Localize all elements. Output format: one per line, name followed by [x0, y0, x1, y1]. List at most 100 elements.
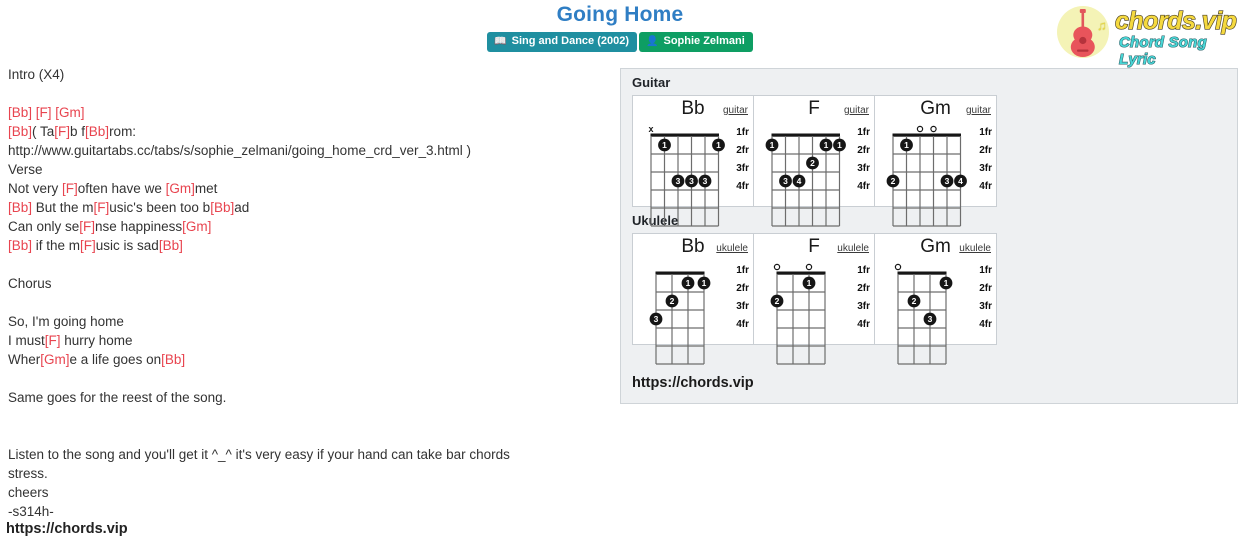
fretboard: 1 2 3 4	[886, 125, 967, 227]
music-note-icon: ♫	[1097, 18, 1107, 33]
fret-label: 2fr	[857, 283, 870, 294]
chord-diagram-ukulele-bb[interactable]: Bb ukulele 1 1 2 3 1fr 2fr 3fr 4fr	[633, 234, 754, 365]
svg-text:2: 2	[810, 158, 815, 168]
fret-label: 1fr	[857, 127, 870, 138]
fret-label: 4fr	[736, 319, 749, 330]
fret-label-column: 1fr 2fr 3fr 4fr	[857, 124, 870, 196]
svg-text:1: 1	[904, 140, 909, 150]
finger-dot: 3	[698, 174, 712, 188]
user-icon: 👤	[646, 36, 659, 47]
svg-text:1: 1	[824, 140, 829, 150]
chord-token: [F]	[54, 124, 71, 139]
fret-label: 4fr	[979, 181, 992, 192]
lyric-line: Not very [F]often have we [Gm]met	[8, 179, 608, 198]
finger-dot: 1	[819, 138, 833, 152]
chord-diagram-ukulele-f[interactable]: Fukulele 1 2 1fr 2fr 3fr 4fr	[754, 234, 875, 365]
chord-token: [Bb]	[8, 124, 33, 139]
chord-token: [F]	[44, 333, 61, 348]
chord-token: [Bb]	[161, 352, 186, 367]
svg-text:3: 3	[689, 176, 694, 186]
lyric-line: Intro (X4)	[8, 65, 608, 84]
artist-badge[interactable]: 👤 Sophie Zelmani	[639, 32, 753, 52]
finger-dot: 3	[779, 174, 792, 188]
svg-text:2: 2	[912, 296, 917, 306]
fret-label: 1fr	[979, 127, 992, 138]
finger-dot: 4	[792, 174, 806, 188]
chord-diagram-ukulele-gm[interactable]: Gm ukulele 1 2 3 1fr 2fr 3fr 4fr	[875, 234, 996, 365]
instrument-link[interactable]: ukulele	[837, 243, 869, 254]
svg-text:2: 2	[775, 296, 780, 306]
svg-text:1: 1	[702, 278, 707, 288]
chord-token: [Bb]	[8, 238, 33, 253]
finger-dot: 3	[671, 174, 685, 188]
finger-dot: 3	[923, 312, 937, 326]
lyric-line: Can only se[F]nse happiness[Gm]	[8, 217, 608, 236]
lyric-line: Verse	[8, 160, 608, 179]
lyric-blank-line	[8, 426, 608, 445]
chord-diagram-guitar-bb[interactable]: Bb guitar x 1 1 3 3 3 1fr 2fr 3fr 4fr	[633, 96, 754, 227]
instrument-link[interactable]: guitar	[723, 105, 748, 116]
chord-token: [F]	[62, 181, 78, 196]
open-string-marker	[930, 125, 937, 133]
fret-label: 4fr	[857, 181, 870, 192]
chord-token: [Bb]	[85, 124, 110, 139]
instrument-link[interactable]: ukulele	[959, 243, 991, 254]
instrument-link[interactable]: guitar	[844, 105, 869, 116]
lyric-line: Chorus	[8, 274, 608, 293]
fret-label: 2fr	[979, 145, 992, 156]
lyric-line: Same goes for the reest of the song.	[8, 388, 608, 407]
lyric-line: Listen to the song and you'll get it ^_^…	[8, 445, 608, 464]
logo-title: chords.vip	[1114, 6, 1237, 35]
lyric-text: hurry home	[60, 333, 133, 348]
chord-token: [Bb]	[158, 238, 183, 253]
svg-text:1: 1	[944, 278, 949, 288]
finger-dot: 3	[649, 312, 663, 326]
artist-badge-label: Sophie Zelmani	[663, 35, 745, 47]
fret-label-column: 1fr 2fr 3fr 4fr	[736, 124, 749, 196]
lyric-line: [Bb] [F] [Gm]	[8, 103, 608, 122]
site-logo[interactable]: ♫ chords.vip Chord Song Lyric	[1053, 3, 1238, 69]
fret-label: 1fr	[736, 127, 749, 138]
album-badge[interactable]: 📖 Sing and Dance (2002)	[487, 32, 638, 52]
svg-text:4: 4	[797, 176, 802, 186]
lyric-line: http://www.guitartabs.cc/tabs/s/sophie_z…	[8, 141, 608, 160]
fret-label: 1fr	[736, 265, 749, 276]
finger-dot: 1	[900, 138, 913, 152]
chord-token: [Gm]	[182, 219, 212, 234]
lyric-text: rom:	[109, 124, 137, 139]
lyric-text: But the m	[32, 200, 94, 215]
finger-dot: 3	[685, 174, 698, 188]
lyric-blank-line	[8, 407, 608, 426]
lyric-text: ad	[234, 200, 250, 215]
finger-dot: 1	[712, 138, 725, 152]
instrument-link[interactable]: guitar	[966, 105, 991, 116]
chord-diagram-guitar-f[interactable]: Fguitar 1 1 1 2 3 4 1fr 2fr 3fr 4fr	[754, 96, 875, 227]
lyric-line: [Bb] But the m[F]usic's been too b[Bb]ad	[8, 198, 608, 217]
svg-text:2: 2	[891, 176, 896, 186]
chord-token: [Gm]	[55, 105, 85, 120]
bottom-site-url[interactable]: https://chords.vip	[6, 521, 128, 537]
panel-site-url[interactable]: https://chords.vip	[632, 375, 754, 391]
chord-token: [F]	[80, 238, 96, 253]
svg-text:1: 1	[807, 278, 812, 288]
guitar-chord-row: Bb guitar x 1 1 3 3 3 1fr 2fr 3fr 4fr Fguitar 1 1 1 2 3 4 1…	[632, 95, 997, 227]
chord-diagram-guitar-gm[interactable]: Gm guitar 1 2 3 4 1fr 2fr 3fr 4fr	[875, 96, 996, 227]
lyric-text: I must	[8, 333, 45, 348]
fret-label: 2fr	[979, 283, 992, 294]
lyric-text: b f	[70, 124, 86, 139]
album-badge-label: Sing and Dance (2002)	[511, 35, 630, 47]
instrument-link[interactable]: ukulele	[716, 243, 748, 254]
open-string-marker	[805, 263, 813, 271]
lyric-line: -s314h-	[8, 502, 608, 521]
lyric-text: Listen to the song and you'll get it ^_^…	[8, 447, 510, 462]
finger-dot: 1	[697, 276, 711, 290]
fret-label: 3fr	[736, 301, 749, 312]
svg-text:3: 3	[783, 176, 788, 186]
fretboard: 1 1 123 4	[765, 133, 846, 227]
open-string-marker	[773, 263, 781, 271]
lyrics-body: Intro (X4) [Bb] [F] [Gm] [Bb]( Ta[F]b f[B…	[8, 65, 608, 521]
lyric-blank-line	[8, 255, 608, 274]
fret-label: 4fr	[857, 319, 870, 330]
lyric-line: I must[F] hurry home	[8, 331, 608, 350]
svg-text:2: 2	[670, 296, 675, 306]
